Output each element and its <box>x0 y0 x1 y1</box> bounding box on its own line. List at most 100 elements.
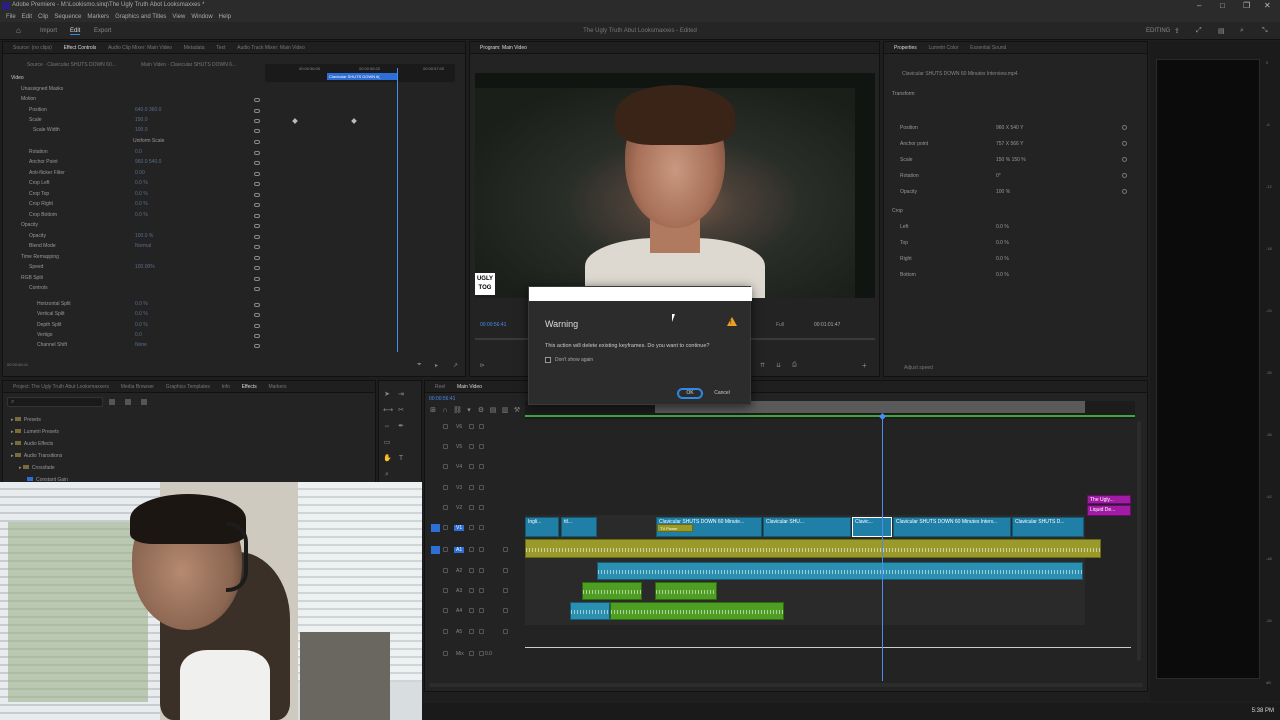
eye-icon[interactable] <box>479 464 484 469</box>
microphone-icon[interactable] <box>503 629 508 634</box>
cancel-button[interactable]: Cancel <box>709 388 735 399</box>
ec-property-row[interactable]: Depth Split 0.0 % <box>37 322 277 328</box>
ec-property-row[interactable]: Position 640.0 360.0 <box>29 107 269 113</box>
track-header-a4[interactable]: A4 <box>429 602 524 621</box>
wrench-icon[interactable]: ⚒ <box>513 407 521 415</box>
filter-icon[interactable]: ⏷ <box>417 362 422 369</box>
v2-clip[interactable]: The Ugly... <box>1087 495 1131 504</box>
microphone-icon[interactable] <box>503 608 508 613</box>
track-name[interactable]: A5 <box>456 629 462 635</box>
track-header-v2[interactable]: V2 <box>429 499 524 518</box>
dont-show-again-label[interactable]: Don't show again <box>555 357 593 363</box>
timeline-playhead[interactable] <box>882 419 883 681</box>
property-value[interactable]: 150 % 150 % <box>996 157 1026 163</box>
mix-volume-line[interactable] <box>525 647 1131 648</box>
ec-property-row[interactable]: Channel Shift None <box>37 342 277 348</box>
reset-parameter-icon[interactable] <box>254 193 260 197</box>
ec-property-row[interactable]: Opacity <box>21 222 261 228</box>
ec-property-value[interactable]: 100.0 % <box>135 233 153 239</box>
menu-clip[interactable]: Clip <box>38 12 48 22</box>
source-patch-toggle[interactable] <box>431 546 440 554</box>
tab-effects[interactable]: Effects <box>242 381 257 393</box>
track-name[interactable]: Mix <box>456 651 464 657</box>
reset-parameter-icon[interactable] <box>254 245 260 249</box>
menu-window[interactable]: Window <box>191 12 212 22</box>
tab-graphics-templates[interactable]: Graphics Templates <box>166 381 210 393</box>
add-button-icon[interactable]: + <box>862 361 867 370</box>
keyframe-toggle-icon[interactable] <box>1122 125 1127 130</box>
ec-property-value[interactable]: 0.0 % <box>135 322 148 328</box>
crop-value[interactable]: 0.0 % <box>996 240 1009 246</box>
razor-tool-icon[interactable]: ✂ <box>397 407 405 415</box>
tab-reel[interactable]: Reel <box>435 381 445 393</box>
reset-parameter-icon[interactable] <box>254 277 260 281</box>
ec-property-row[interactable]: Uniform Scale <box>133 138 373 144</box>
track-header-a2[interactable]: A2 <box>429 562 524 581</box>
solo-icon[interactable] <box>479 608 484 613</box>
ec-property-row[interactable]: Rotation 0.0 <box>29 149 269 155</box>
ec-property-row[interactable]: Controls <box>29 285 269 291</box>
tab-audio-track-mixer[interactable]: Audio Track Mixer: Main Video <box>237 42 305 54</box>
reset-parameter-icon[interactable] <box>254 313 260 317</box>
track-name[interactable]: V4 <box>456 464 462 470</box>
track-name[interactable]: V5 <box>456 444 462 450</box>
sync-lock-icon[interactable] <box>469 525 474 530</box>
restore-button[interactable]: ❐ <box>1243 1 1250 10</box>
crop-value[interactable]: 0.0 % <box>996 272 1009 278</box>
microphone-icon[interactable] <box>503 568 508 573</box>
eye-icon[interactable] <box>479 424 484 429</box>
lock-icon[interactable] <box>443 525 448 530</box>
menu-markers[interactable]: Markers <box>87 12 109 22</box>
v1-clip[interactable]: ttl... <box>561 517 597 537</box>
ec-clip-bar[interactable]: Clavicular SHUTS DOWN 6( <box>327 73 397 80</box>
tab-media-browser[interactable]: Media Browser <box>121 381 154 393</box>
hand-tool-icon[interactable]: ✋ <box>383 455 392 463</box>
ec-property-row[interactable]: RGB Split <box>21 275 261 281</box>
linked-selection-icon[interactable]: ⛓ <box>453 407 462 415</box>
ec-property-value[interactable]: 100.0 <box>135 127 148 133</box>
reset-parameter-icon[interactable] <box>254 203 260 207</box>
32bit-effects-icon[interactable] <box>125 399 131 405</box>
sync-lock-icon[interactable] <box>469 424 474 429</box>
tab-essential-sound[interactable]: Essential Sound <box>970 42 1006 54</box>
lock-icon[interactable] <box>443 651 448 656</box>
ec-property-value[interactable]: 640.0 360.0 <box>135 107 161 113</box>
ec-property-value[interactable]: 0.0 % <box>135 212 148 218</box>
ec-property-value[interactable]: 0.00 <box>135 170 145 176</box>
pen-tool-icon[interactable]: ✒ <box>397 423 405 431</box>
sync-lock-icon[interactable] <box>469 464 474 469</box>
selection-tool-icon[interactable]: ➤ <box>383 391 391 399</box>
a2-audio-clip[interactable] <box>597 562 1083 580</box>
ec-property-row[interactable]: Anchor Point 960.0 540.0 <box>29 159 269 165</box>
track-name[interactable]: V2 <box>456 505 462 511</box>
ec-property-value[interactable]: 960.0 540.0 <box>135 159 161 165</box>
solo-icon[interactable] <box>479 547 484 552</box>
reset-parameter-icon[interactable] <box>254 172 260 176</box>
reset-parameter-icon[interactable] <box>254 161 260 165</box>
tab-audio-clip-mixer[interactable]: Audio Clip Mixer: Main Video <box>108 42 172 54</box>
ec-property-value[interactable]: 0.0 % <box>135 311 148 317</box>
source-patch-toggle[interactable] <box>431 524 440 532</box>
solo-icon[interactable] <box>479 629 484 634</box>
v1-clip-selected[interactable]: Clavic... <box>852 517 892 537</box>
ec-property-row[interactable]: Motion <box>21 96 261 102</box>
reset-parameter-icon[interactable] <box>254 182 260 186</box>
a3-audio-clip[interactable] <box>655 582 717 600</box>
ec-property-row[interactable]: Crop Bottom 0.0 % <box>29 212 269 218</box>
ec-property-value[interactable]: 0.0 % <box>135 180 148 186</box>
lock-icon[interactable] <box>443 505 448 510</box>
microphone-icon[interactable] <box>503 588 508 593</box>
sync-lock-icon[interactable] <box>469 444 474 449</box>
lock-icon[interactable] <box>443 608 448 613</box>
transform-section[interactable]: Transform <box>892 91 915 97</box>
reset-parameter-icon[interactable] <box>254 109 260 113</box>
ec-master-clip[interactable]: Source · Clavicular SHUTS DOWN 60... <box>27 62 116 68</box>
mute-icon[interactable] <box>469 547 474 552</box>
extract-icon[interactable]: ⇊ <box>776 362 781 369</box>
track-name[interactable]: A4 <box>456 608 462 614</box>
slip-tool-icon[interactable]: ⇔ <box>383 423 391 431</box>
maximize-button[interactable]: □ <box>1220 1 1225 10</box>
ripple-edit-tool-icon[interactable]: ⟷ <box>383 407 393 415</box>
reset-parameter-icon[interactable] <box>254 140 260 144</box>
ec-property-row[interactable]: Horizontal Split 0.0 % <box>37 301 277 307</box>
